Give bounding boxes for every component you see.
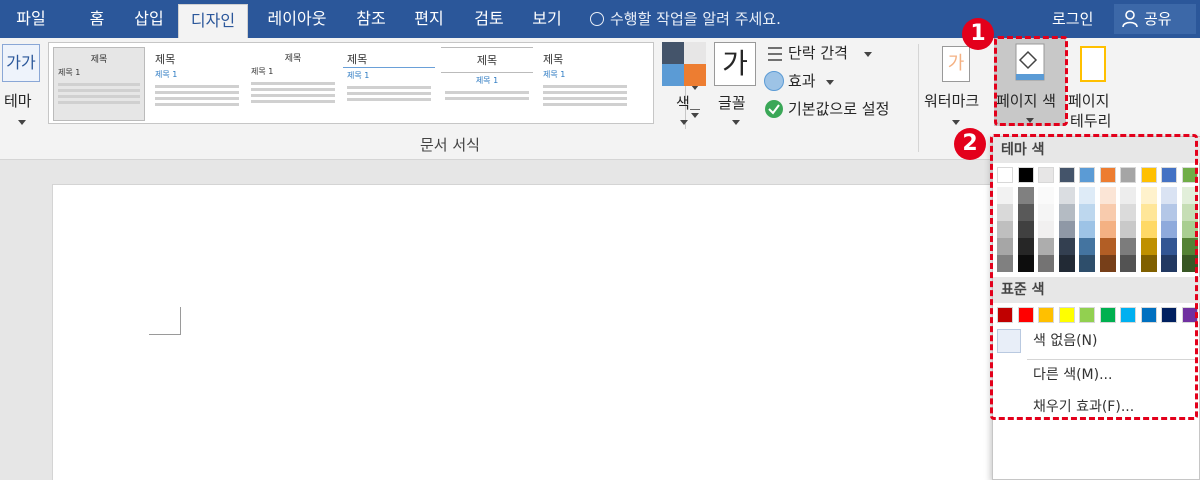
page-borders-icon: [1080, 46, 1106, 82]
set-as-default-button[interactable]: 기본값으로 설정: [764, 98, 914, 122]
watermark-icon: 가: [942, 46, 970, 82]
tab-design[interactable]: 디자인: [178, 4, 248, 38]
theme-icon: 가가: [2, 44, 40, 82]
watermark-label: 워터마크: [924, 92, 980, 110]
style-heading: 제목 1: [251, 67, 274, 76]
style-title: 제목: [90, 55, 108, 65]
sign-in-link[interactable]: 로그인: [1052, 0, 1093, 38]
chevron-down-icon: [732, 120, 740, 125]
effects-label: 효과: [788, 72, 816, 90]
colors-button[interactable]: 색: [660, 42, 706, 130]
style-heading: 제목 1: [155, 70, 178, 79]
fonts-button[interactable]: 가 글꼴: [712, 42, 758, 130]
color-palette-icon: [662, 42, 706, 86]
page-borders-label-1: 페이지: [1068, 92, 1110, 110]
themes-button[interactable]: 가가 테마: [0, 42, 44, 130]
tab-mailings[interactable]: 편지: [402, 0, 456, 38]
checkmark-icon: [765, 100, 783, 118]
style-thumb[interactable]: 제목 제목 1: [53, 47, 145, 121]
share-label: 공유: [1144, 10, 1172, 28]
paragraph-spacing-label: 단락 간격: [788, 44, 848, 62]
set-as-default-label: 기본값으로 설정: [788, 100, 890, 118]
effects-button[interactable]: 효과: [764, 70, 904, 94]
group-divider: [918, 44, 919, 152]
style-title: 제목: [543, 53, 564, 66]
style-title: 제목: [343, 47, 435, 68]
annotation-marker-2: 2: [954, 128, 986, 160]
tab-review[interactable]: 검토: [462, 0, 516, 38]
annotation-box-1: [994, 36, 1068, 126]
chevron-down-icon: [826, 80, 834, 85]
style-heading: 제목 1: [347, 71, 370, 80]
tab-home[interactable]: 홈: [74, 0, 120, 38]
watermark-button[interactable]: 가 워터마크: [920, 42, 990, 130]
page-borders-button[interactable]: 페이지 테두리: [1066, 42, 1122, 130]
tell-me-text: 수행할 작업을 알려 주세요.: [610, 10, 781, 28]
style-heading: 제목 1: [58, 68, 81, 77]
style-thumb[interactable]: 제목 제목 1: [151, 47, 243, 121]
paragraph-spacing-icon: [768, 47, 782, 61]
style-thumb[interactable]: 제목 제목 1: [247, 47, 339, 121]
style-thumb[interactable]: 제목 제목 1: [539, 47, 631, 121]
annotation-marker-1: 1: [962, 18, 994, 50]
tab-file[interactable]: 파일: [0, 0, 62, 38]
style-title: 제목: [155, 53, 176, 66]
fonts-label: 글꼴: [718, 94, 746, 112]
chevron-down-icon: [18, 120, 26, 125]
group-label-document-formatting: 문서 서식: [420, 136, 480, 154]
chevron-down-icon: [680, 120, 688, 125]
chevron-down-icon: [952, 120, 960, 125]
paragraph-spacing-button[interactable]: 단락 간격: [764, 42, 904, 66]
themes-label: 테마: [4, 92, 32, 110]
style-thumb[interactable]: 제목 제목 1: [343, 47, 435, 121]
tab-references[interactable]: 참조: [344, 0, 398, 38]
style-title: 제목: [284, 54, 302, 64]
document-page[interactable]: [52, 184, 1124, 480]
style-thumb[interactable]: 제목 제목 1: [441, 47, 533, 121]
ribbon-tab-bar: 파일 홈 삽입 디자인 레이아웃 참조 편지 검토 보기 수행할 작업을 알려 …: [0, 0, 1200, 38]
text-boundary-mark: [149, 307, 181, 335]
person-icon: [1122, 10, 1138, 28]
tell-me-search[interactable]: 수행할 작업을 알려 주세요.: [590, 0, 781, 38]
tab-insert[interactable]: 삽입: [122, 0, 176, 38]
page-borders-label-2: 테두리: [1070, 112, 1112, 130]
effects-icon: [764, 71, 784, 91]
style-title: 제목: [441, 47, 533, 73]
fonts-icon: 가: [714, 42, 756, 86]
style-heading: 제목 1: [475, 76, 499, 85]
style-set-gallery[interactable]: 제목 제목 1 제목 제목 1 제목 제목 1 제목 제목 1 제목 제목 1 …: [48, 42, 700, 129]
chevron-down-icon: [864, 52, 872, 57]
tab-layout[interactable]: 레이아웃: [254, 0, 340, 38]
tab-view[interactable]: 보기: [520, 0, 574, 38]
colors-label: 색: [676, 94, 690, 112]
share-button[interactable]: 공유: [1114, 4, 1196, 34]
lightbulb-icon: [590, 12, 604, 26]
annotation-box-2: [990, 134, 1198, 420]
style-heading: 제목 1: [543, 70, 566, 79]
